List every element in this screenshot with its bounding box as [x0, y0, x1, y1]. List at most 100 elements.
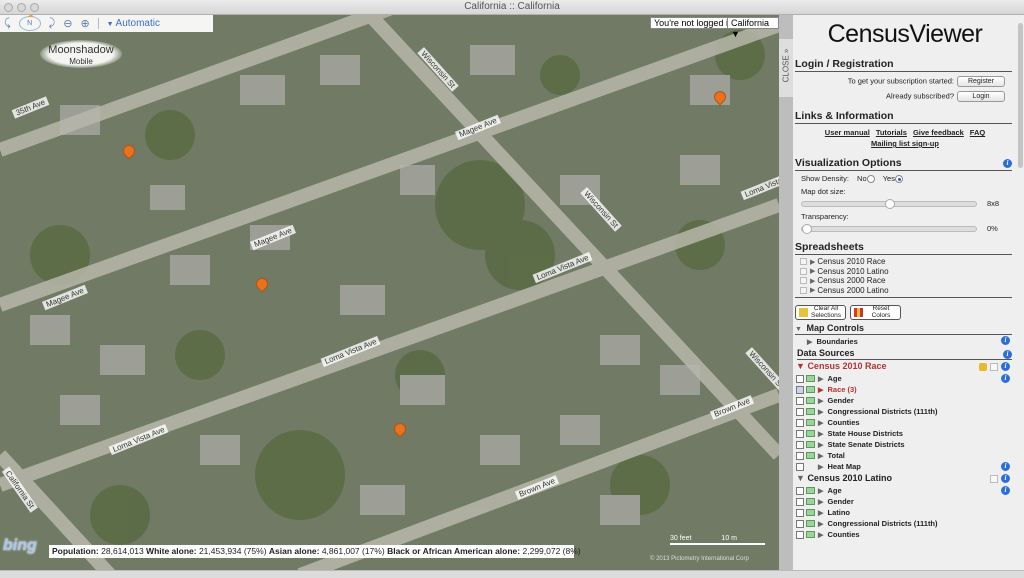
paint-bucket-icon[interactable] [796, 497, 804, 506]
data-source-item[interactable]: ▶ Congressional Districts (111th) [796, 518, 1017, 529]
link-user-manual[interactable]: User manual [825, 128, 870, 137]
spreadsheet-icon[interactable] [990, 474, 998, 483]
paint-bucket-icon[interactable] [796, 429, 804, 438]
link-faq[interactable]: FAQ [970, 128, 985, 137]
black-label: Black or African American alone: [387, 546, 521, 556]
paint-bucket-icon[interactable] [796, 385, 804, 394]
legend-key-icon[interactable] [806, 452, 815, 460]
info-icon[interactable]: i [1001, 362, 1010, 372]
legend-key-icon[interactable] [806, 430, 815, 438]
legend-key-icon[interactable] [806, 520, 815, 528]
legend-key-icon[interactable] [806, 487, 815, 495]
close-window-button[interactable] [4, 3, 13, 12]
compass-control[interactable]: N [18, 15, 41, 31]
data-source-item[interactable]: ▶ State House Districts [796, 428, 1017, 439]
dot-size-slider[interactable] [801, 199, 977, 210]
info-icon[interactable]: i [1003, 159, 1012, 168]
paint-bucket-icon[interactable] [796, 462, 804, 471]
reset-colors-button[interactable]: Reset Colors [850, 305, 901, 321]
slider-handle[interactable] [802, 224, 812, 235]
legend-key-icon[interactable] [806, 531, 815, 539]
info-icon[interactable]: i [1001, 462, 1010, 472]
paint-bucket-icon[interactable] [796, 519, 804, 528]
legend-key-icon[interactable] [806, 375, 815, 383]
panel-scrollbar[interactable] [1017, 15, 1024, 570]
section-map-controls[interactable]: ▼ Map Controls [795, 323, 1012, 336]
link-give-feedback[interactable]: Give feedback [913, 128, 964, 137]
data-source-item[interactable]: ▶ Latino [796, 507, 1017, 518]
data-source-item[interactable]: ▶ Gender [796, 496, 1017, 507]
map-style-dropdown[interactable]: ▼ Automatic [107, 18, 160, 29]
spreadsheet-item[interactable]: ▶ Census 2010 Race [800, 257, 1017, 267]
legend-key-icon[interactable] [806, 463, 815, 470]
info-icon[interactable]: i [1001, 374, 1010, 384]
legend-key-icon[interactable] [806, 509, 815, 517]
info-icon[interactable]: i [1001, 486, 1010, 496]
legend-key-icon[interactable] [806, 498, 815, 506]
aerial-map[interactable]: ⤹ N ⤸ ⊖ ⊕ ▼ Automatic Moonshadow Mobile Y… [0, 15, 779, 570]
data-source-item[interactable]: ▶ Counties [796, 417, 1017, 428]
scrollbar-thumb[interactable] [1018, 23, 1023, 168]
paint-bucket-icon[interactable] [796, 418, 804, 427]
paint-bucket-icon[interactable] [796, 440, 804, 449]
data-source-item[interactable]: ▶ Age i [796, 485, 1017, 496]
info-icon[interactable]: i [1001, 336, 1010, 346]
legend-key-icon[interactable] [806, 419, 815, 427]
data-source-item[interactable]: ▶ State Senate Districts [796, 439, 1017, 450]
map-toolbar: ⤹ N ⤸ ⊖ ⊕ ▼ Automatic [0, 15, 213, 32]
legend-key-icon[interactable] [806, 397, 815, 405]
slider-handle[interactable] [885, 199, 895, 210]
zoom-out-icon[interactable]: ⊖ [63, 17, 72, 30]
paint-bucket-icon[interactable] [796, 508, 804, 517]
density-no-radio[interactable] [866, 175, 875, 184]
paint-bucket-icon[interactable] [796, 451, 804, 460]
minimize-window-button[interactable] [17, 3, 26, 12]
spreadsheet-icon[interactable] [990, 362, 998, 371]
data-source-item[interactable]: ▶ Total [796, 450, 1017, 461]
data-source-item[interactable]: ▶ Age i [796, 373, 1017, 384]
clear-all-selections-button[interactable]: Clear All Selections [795, 305, 846, 321]
paint-bucket-icon[interactable] [796, 396, 804, 405]
close-panel-label: CLOSE » [781, 48, 791, 83]
transparency-label: Transparency: [801, 212, 849, 222]
map-control-item[interactable]: ▶ Boundaries i [807, 335, 1017, 348]
legend-key-icon[interactable] [806, 441, 815, 449]
paint-bucket-icon[interactable] [796, 374, 804, 383]
transparency-slider[interactable] [801, 224, 977, 235]
data-source-item[interactable]: ▶ Heat Map i [796, 461, 1017, 472]
close-panel-button[interactable]: CLOSE » [779, 39, 793, 97]
legend-key-icon[interactable] [806, 386, 815, 394]
info-icon[interactable]: i [1001, 474, 1010, 484]
info-icon[interactable]: i [1003, 350, 1012, 360]
window-controls[interactable] [4, 3, 39, 12]
data-group-header[interactable]: ▼ Census 2010 Latino i [796, 472, 1017, 485]
paint-bucket-icon[interactable] [796, 530, 804, 539]
region-select[interactable]: California ▼ [727, 17, 779, 39]
data-source-label: Race (3) [827, 385, 857, 395]
data-group-header[interactable]: ▼ Census 2010 Race i [796, 360, 1017, 373]
section-links: Links & Information [795, 110, 1012, 124]
login-button[interactable]: Login [957, 91, 1005, 102]
spreadsheet-item[interactable]: ▶ Census 2010 Latino [800, 267, 1017, 277]
rotate-left-icon[interactable]: ⤹ [4, 17, 11, 30]
data-source-item[interactable]: ▶ Counties [796, 529, 1017, 540]
register-button[interactable]: Register [957, 76, 1005, 87]
spreadsheet-item[interactable]: ▶ Census 2000 Race [800, 276, 1017, 286]
data-source-item[interactable]: ▶ Congressional Districts (111th) [796, 406, 1017, 417]
zoom-in-icon[interactable]: ⊕ [80, 17, 89, 30]
maximize-window-button[interactable] [30, 3, 39, 12]
color-bars-icon [854, 308, 863, 318]
data-source-item[interactable]: ▶ Race (3) [796, 384, 1017, 395]
rotate-right-icon[interactable]: ⤸ [49, 17, 56, 30]
legend-key-icon[interactable] [806, 408, 815, 416]
link-mailing-list[interactable]: Mailing list sign-up [871, 139, 939, 148]
wand-icon[interactable] [979, 362, 987, 371]
population-label: Population: [52, 546, 99, 556]
density-yes-radio[interactable] [894, 175, 903, 184]
spreadsheet-label: Census 2010 Race [817, 257, 886, 267]
link-tutorials[interactable]: Tutorials [876, 128, 907, 137]
paint-bucket-icon[interactable] [796, 407, 804, 416]
data-source-item[interactable]: ▶ Gender [796, 395, 1017, 406]
spreadsheet-item[interactable]: ▶ Census 2000 Latino [800, 286, 1017, 296]
paint-bucket-icon[interactable] [796, 486, 804, 495]
